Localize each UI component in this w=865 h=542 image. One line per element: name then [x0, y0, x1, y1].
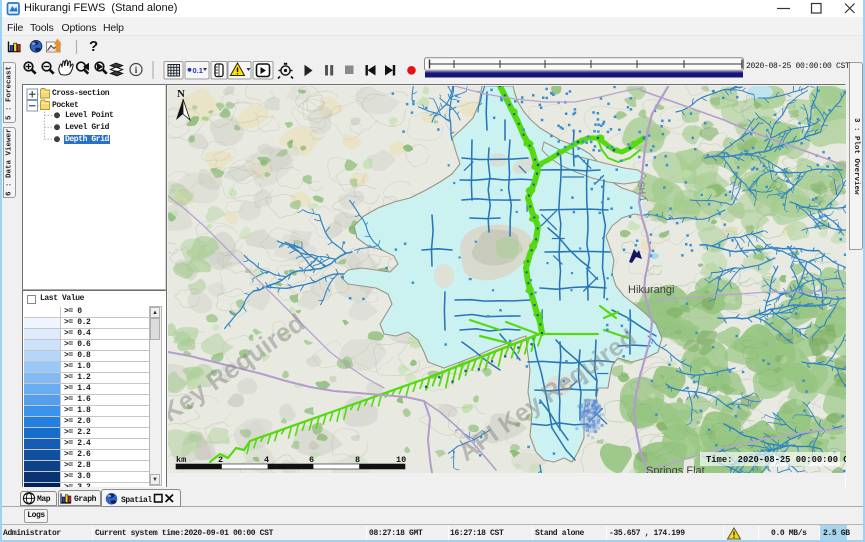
svg-text:Springs Flat: Springs Flat: [646, 465, 705, 473]
svg-text:2: 2: [218, 455, 223, 465]
svg-text:i: i: [135, 65, 138, 75]
svg-text:10: 10: [396, 455, 406, 465]
svg-text:km: km: [176, 455, 186, 465]
svg-text:8: 8: [355, 455, 360, 465]
svg-text:0.1: 0.1: [193, 66, 203, 75]
svg-text:6: 6: [309, 455, 314, 465]
svg-text:SH 1: SH 1: [636, 181, 648, 202]
svg-text:N: N: [177, 88, 185, 100]
svg-text:Hikurangi: Hikurangi: [628, 284, 674, 296]
svg-text:4: 4: [264, 455, 269, 465]
svg-text:Time: 2020-08-25 00:00:00 CST: Time: 2020-08-25 00:00:00 CST: [706, 455, 846, 465]
